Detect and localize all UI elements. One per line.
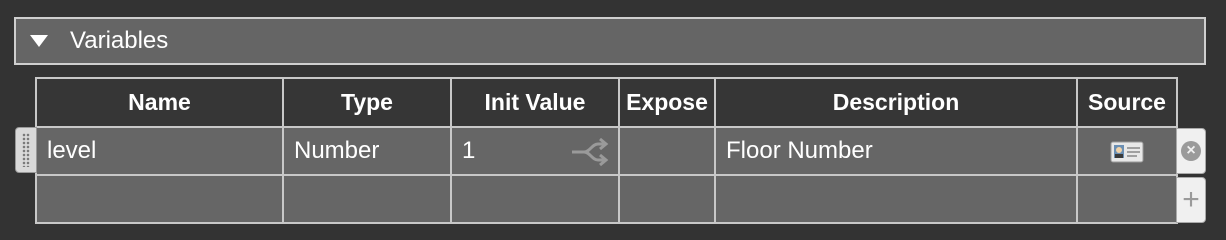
cell-empty[interactable] (282, 174, 452, 224)
column-header-type[interactable]: Type (282, 77, 452, 128)
column-header-name[interactable]: Name (35, 77, 284, 128)
cell-type[interactable]: Number (282, 126, 452, 176)
cell-description[interactable]: Floor Number (714, 126, 1078, 176)
table-header-row: Name Type Init Value Expose Description … (35, 77, 1178, 128)
cell-empty[interactable] (618, 174, 716, 224)
cell-init-value[interactable]: 1 (450, 126, 620, 176)
remove-circle-icon: × (1181, 141, 1201, 161)
table-row-empty[interactable] (35, 174, 1178, 224)
plus-icon: + (1182, 183, 1200, 216)
cell-source[interactable] (1076, 126, 1178, 176)
id-card-icon[interactable] (1110, 141, 1144, 163)
disclosure-triangle-icon[interactable] (30, 35, 48, 47)
column-header-init-value[interactable]: Init Value (450, 77, 620, 128)
section-title: Variables (70, 27, 169, 54)
variables-table: Name Type Init Value Expose Description … (35, 77, 1178, 224)
column-header-expose[interactable]: Expose (618, 77, 716, 128)
cell-name[interactable]: level (35, 126, 284, 176)
add-row-button[interactable]: + (1176, 177, 1206, 223)
remove-row-button[interactable]: × (1176, 128, 1206, 174)
grip-dots (22, 133, 30, 167)
cell-empty[interactable] (714, 174, 1078, 224)
cell-empty[interactable] (1076, 174, 1178, 224)
table-row[interactable]: level Number 1 Floor Number (35, 126, 1178, 176)
cell-empty[interactable] (450, 174, 620, 224)
cell-expose[interactable] (618, 126, 716, 176)
variables-section-header[interactable]: Variables (14, 17, 1206, 65)
column-header-source[interactable]: Source (1076, 77, 1178, 128)
drag-handle-icon[interactable] (15, 127, 37, 173)
column-header-description[interactable]: Description (714, 77, 1078, 128)
shuffle-icon[interactable] (570, 138, 610, 166)
cell-empty[interactable] (35, 174, 284, 224)
init-value-text: 1 (462, 137, 476, 164)
